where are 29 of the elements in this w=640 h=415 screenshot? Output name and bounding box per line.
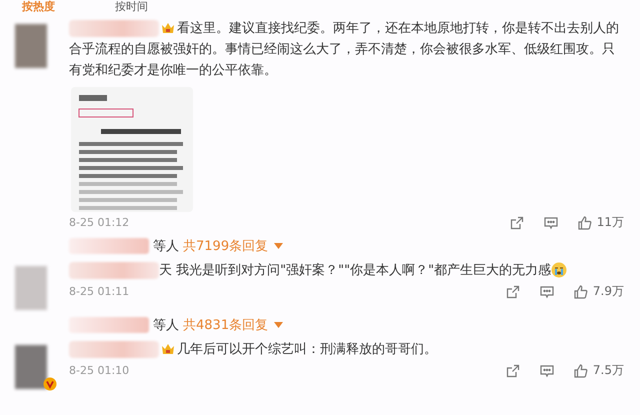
like-button[interactable]: 7.9万 xyxy=(572,283,624,300)
reply-users-text: 等人 xyxy=(153,238,179,255)
comment-time: 8-25 01:10 xyxy=(69,364,130,377)
like-button[interactable]: 7.5万 xyxy=(572,362,624,379)
share-button[interactable] xyxy=(508,214,525,230)
share-button[interactable] xyxy=(504,284,521,300)
thumbs-up-icon xyxy=(572,284,589,300)
speech-bubble-icon xyxy=(538,362,555,378)
comment-button[interactable] xyxy=(538,284,555,300)
sort-tab[interactable]: 按时间 xyxy=(115,0,148,13)
share-icon xyxy=(508,214,525,230)
like-button[interactable]: 11万 xyxy=(576,214,624,231)
comment-button[interactable] xyxy=(538,362,555,378)
share-icon xyxy=(504,284,521,300)
comment-time: 8-25 01:12 xyxy=(69,216,130,229)
comment-time: 8-25 01:11 xyxy=(69,285,130,298)
comment-button[interactable] xyxy=(542,214,559,230)
share-icon xyxy=(504,362,521,378)
comment-text: 几年后可以开个综艺叫：刑满释放的哥哥们。 xyxy=(69,339,624,360)
caret-icon xyxy=(274,322,284,328)
comment-text: 看这里。建议直接找纪委。两年了，还在本地原地打转，你是转不出去别人的合乎流程的自愿被强奸的。事情已经闹这么大了，弄不清楚，你会被很多水军、低级红围攻。只有党和纪委才是你唯一的公平依靠。 xyxy=(69,18,620,80)
thumbs-up-icon xyxy=(572,362,589,378)
reply-users-text: 等人 xyxy=(153,317,179,334)
share-button[interactable] xyxy=(504,362,521,378)
speech-bubble-icon xyxy=(538,284,555,300)
comment-text: 天 我光是听到对方问"强奸案？""你是本人啊？"都产生巨大的无力感 xyxy=(69,260,624,281)
thumbs-up-icon xyxy=(576,214,593,230)
caret-icon xyxy=(274,243,284,249)
speech-bubble-icon xyxy=(542,214,559,230)
